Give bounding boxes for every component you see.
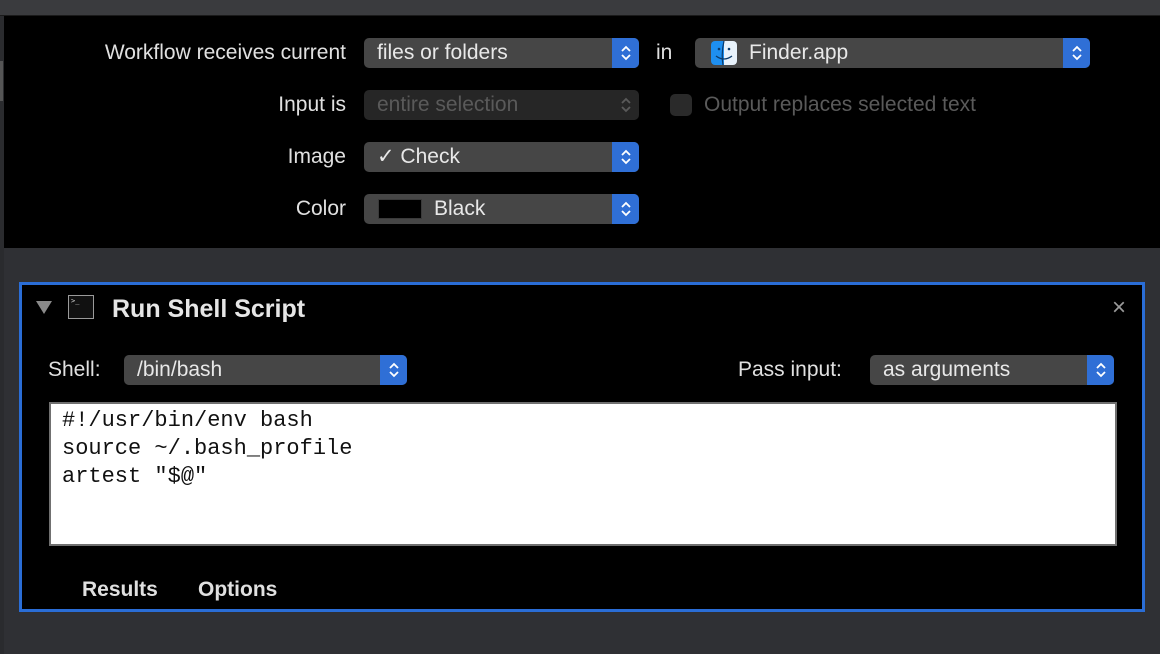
input-is-value: entire selection [377,93,519,116]
receives-value: files or folders [377,41,508,64]
color-value: Black [434,197,486,220]
script-editor[interactable]: #!/usr/bin/env bash source ~/.bash_profi… [49,402,1117,546]
chevron-updown-icon [612,194,639,224]
image-popup[interactable]: ✓ Check [364,142,639,172]
application-popup[interactable]: Finder.app [695,38,1090,68]
tab-options[interactable]: Options [198,575,277,605]
receives-popup[interactable]: files or folders [364,38,639,68]
pass-input-popup[interactable]: as arguments [870,355,1114,385]
input-is-popup: entire selection [364,90,639,120]
chevron-updown-icon [1087,355,1114,385]
image-value: ✓ Check [377,145,460,168]
chevron-updown-icon [380,355,407,385]
run-shell-script-action[interactable]: >_ Run Shell Script × Shell: /bin/bash P… [19,282,1145,612]
terminal-icon: >_ [68,295,94,319]
input-is-label: Input is [278,93,346,116]
chevron-updown-icon [1063,38,1090,68]
color-label: Color [295,197,346,220]
pass-input-value: as arguments [883,358,1011,381]
tab-results[interactable]: Results [82,575,158,605]
chevron-updown-icon [612,38,639,68]
finder-icon [711,41,737,65]
toolbar-strip [0,0,1160,16]
color-popup[interactable]: Black [364,194,639,224]
chevron-updown-icon [612,142,639,172]
image-label: Image [287,145,346,168]
close-icon[interactable]: × [1112,293,1126,323]
workflow-receives-label: Workflow receives current [104,41,346,64]
shell-value: /bin/bash [137,358,223,381]
in-label: in [656,41,673,64]
shell-label: Shell: [48,358,101,381]
scrollbar-thumb[interactable] [0,61,3,101]
output-replaces-checkbox [670,94,692,116]
workflow-header: Workflow receives current files or folde… [4,16,1160,248]
application-value: Finder.app [749,41,849,64]
color-swatch [378,199,422,219]
chevron-updown-icon [612,90,639,120]
shell-popup[interactable]: /bin/bash [124,355,407,385]
action-title: Run Shell Script [112,295,306,323]
output-replaces-label: Output replaces selected text [704,93,976,116]
pass-input-label: Pass input: [738,358,842,381]
disclosure-triangle-icon[interactable] [36,301,52,314]
